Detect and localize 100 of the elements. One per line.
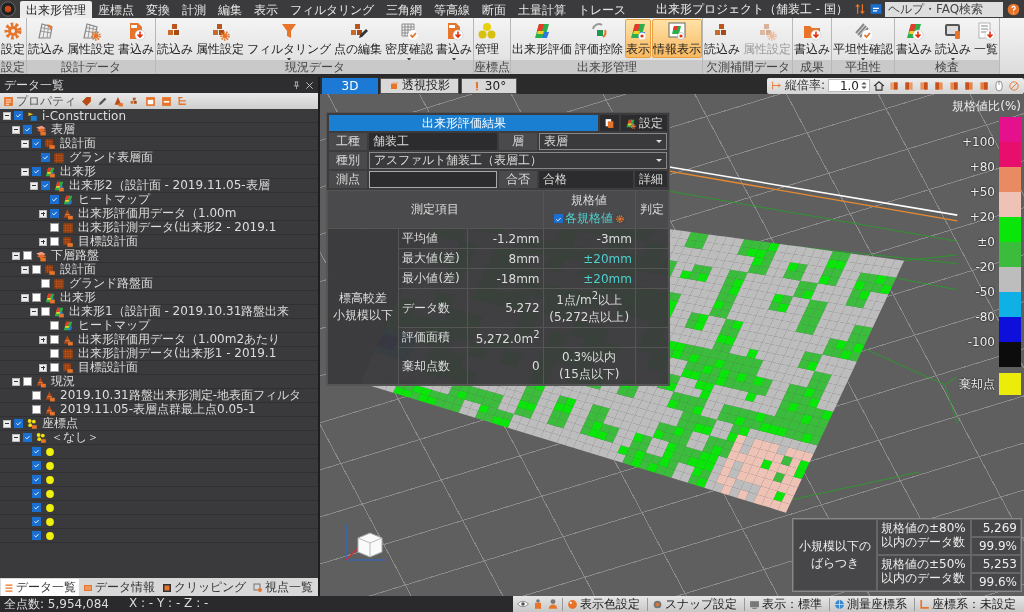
menu-tab[interactable]: 出来形管理 [20,1,92,18]
expand-toggle[interactable] [39,335,47,344]
menu-tab[interactable]: 座標点 [92,1,140,18]
tree-item[interactable]: 出来形1（設計面 - 2019.10.31路盤出来 [69,303,290,320]
expand-toggle[interactable] [39,209,47,218]
ribbon-button[interactable]: 一覧 [973,19,999,58]
menu-tab[interactable]: 計測 [176,1,212,18]
ribbon-button[interactable]: 書込み [117,19,155,58]
panel-tab[interactable]: 視点一覧 [250,579,316,596]
checkbox[interactable] [32,139,41,148]
panel-tab[interactable]: データ一覧 [1,579,79,596]
ribbon-button[interactable]: 読込み [703,19,741,58]
expand-toggle[interactable] [21,139,29,148]
menu-tab[interactable]: 等高線 [428,1,476,18]
status-button[interactable]: 表示：標準 [744,597,826,611]
checkbox[interactable] [41,307,50,316]
tree-item[interactable]: 現況 [51,373,75,390]
tree-item[interactable]: 出来形評価用データ（1.00m2あたり [78,331,281,348]
tree-item[interactable]: 2019.11.05-表層点群最上点0.05-1 [60,401,256,418]
checkbox[interactable] [32,447,41,456]
menu-tab[interactable]: 表示 [248,1,284,18]
status-button[interactable]: 測量座標系 [829,597,911,611]
expand-toggle[interactable] [12,251,20,260]
checkbox[interactable] [32,391,41,400]
ribbon-button[interactable]: 書込み [895,19,933,58]
checkbox[interactable] [32,265,41,274]
checkbox[interactable] [32,517,41,526]
checkbox[interactable] [50,363,59,372]
detail-button[interactable]: 詳細 [635,171,667,187]
expand-toggle[interactable] [39,363,47,372]
expand-toggle[interactable] [12,125,20,134]
tree-item[interactable]: 2019.10.31路盤出来形測定-地表面フィルタ [60,387,302,404]
checkbox[interactable] [32,167,41,176]
scale-spinbox[interactable]: 1.0 [828,79,870,92]
tree-item[interactable]: 設計面 [60,135,96,152]
expand-toggle[interactable] [30,181,38,190]
menu-tab[interactable]: 断面 [476,1,512,18]
expand-toggle[interactable] [3,419,11,428]
checkbox[interactable] [50,195,59,204]
checkbox[interactable] [50,321,59,330]
ribbon-button[interactable]: 出来形評価 [511,19,573,58]
checkbox[interactable] [32,461,41,470]
checkbox[interactable] [32,489,41,498]
status-button[interactable]: 表示色設定 [562,597,644,611]
menu-tab[interactable]: 編集 [212,1,248,18]
settings-button[interactable]: 設定 [621,115,667,131]
ribbon-button[interactable]: 属性設定 [66,19,116,58]
expand-toggle[interactable] [3,111,11,120]
menu-tab[interactable]: フィルタリング [284,1,380,18]
ribbon-button[interactable]: 属性設定 [195,19,245,58]
status-button[interactable]: スナップ設定 [647,597,741,611]
checkbox[interactable] [23,251,32,260]
expand-toggle[interactable] [12,433,20,442]
expand-toggle[interactable] [21,167,29,176]
expand-toggle[interactable] [12,377,20,386]
checkbox[interactable] [32,531,41,540]
panel-tab[interactable]: クリッピング [159,579,249,596]
tree-item[interactable]: 設計面 [60,261,96,278]
tree-item[interactable]: ヒートマップ [78,191,150,208]
tree-item[interactable]: ＜なし＞ [51,429,99,446]
checkbox[interactable] [23,125,32,134]
tree-item[interactable]: 目標設計面 [78,233,138,250]
ribbon-button[interactable]: 表示 [625,19,651,58]
menu-tab[interactable]: 変換 [140,1,176,18]
checkbox[interactable] [32,293,41,302]
tree-item[interactable]: ヒートマップ [78,317,150,334]
tree-item[interactable]: 座標点 [42,415,78,432]
copy-button[interactable] [600,115,619,131]
menu-tab[interactable]: トレース [572,1,632,18]
checkbox[interactable] [41,181,50,190]
checkbox[interactable] [50,349,59,358]
ribbon-button[interactable]: 評価控除 [574,19,624,58]
checkbox[interactable] [50,209,59,218]
view-tab[interactable]: 透視投影 [380,77,459,94]
checkbox[interactable] [14,111,23,120]
checkbox[interactable] [50,223,59,232]
status-button[interactable]: 座標系：未設定 [914,597,1020,611]
tree-item[interactable]: 出来形2（設計面 - 2019.11.05-表層 [69,177,270,194]
tree-item[interactable]: グランド表層面 [69,149,153,166]
ribbon-button[interactable]: 点の編集 [333,19,383,58]
ribbon-button[interactable]: 情報表示 [652,19,702,58]
ribbon-button[interactable]: 書込み [793,19,831,58]
checkbox[interactable] [23,377,32,386]
tree-item[interactable]: 出来形 [60,289,96,306]
station-input-field[interactable] [369,171,497,188]
tree-item[interactable]: 出来形計測データ(出来形1 - 2019.1 [78,345,277,362]
checkbox[interactable] [41,153,50,162]
ribbon-button[interactable]: 読込み [27,19,65,58]
checkbox[interactable] [32,405,41,414]
expand-toggle[interactable] [21,293,29,302]
view-tab[interactable]: 3D [322,77,378,94]
tree-item[interactable]: i-Construction [42,109,127,123]
tree-item[interactable]: 目標設計面 [78,359,138,376]
checkbox[interactable] [553,214,563,223]
tree-item[interactable]: 出来形計測データ(出来形2 - 2019.1 [78,219,277,236]
ribbon-button[interactable]: 設定 [0,19,26,58]
ribbon-button[interactable]: 読込み [156,19,194,58]
checkbox[interactable] [32,503,41,512]
panel-tab[interactable]: データ情報 [80,579,158,596]
help-search-field[interactable]: ヘルプ・FAQ検索 [885,1,1003,17]
